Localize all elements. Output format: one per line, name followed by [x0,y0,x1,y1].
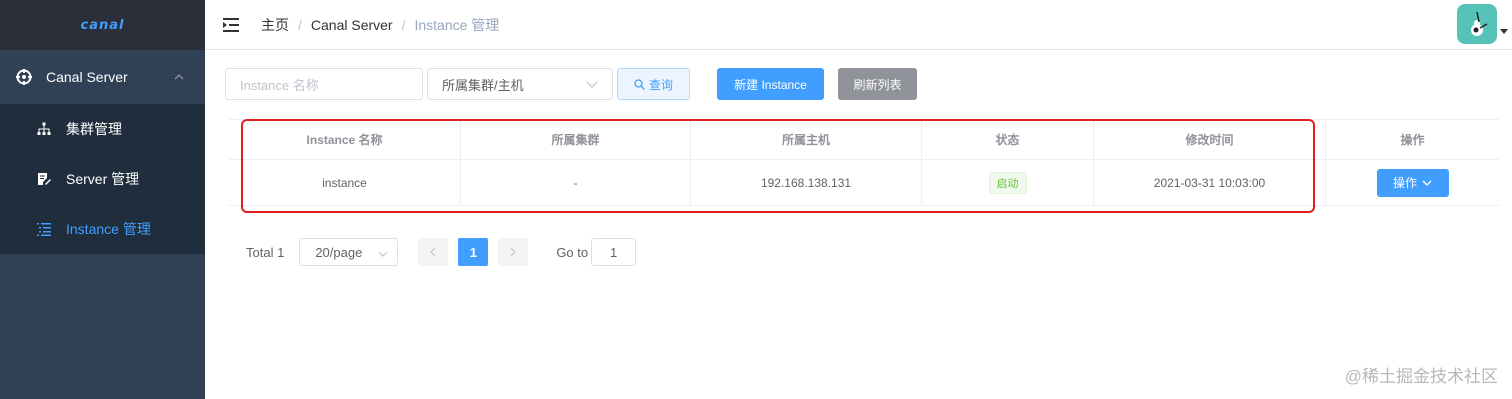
next-page-button[interactable] [498,238,529,266]
cell-actions: 操作 [1326,160,1499,205]
breadcrumb-current: Instance 管理 [414,16,500,33]
instance-table: Instance 名称 所属集群 所属主机 状态 修改时间 操作 instanc… [229,119,1499,206]
column-header: 所属主机 [691,120,922,159]
pagination-total: Total 1 [246,244,285,260]
avatar[interactable] [1457,4,1497,44]
chevron-left-icon [430,247,436,257]
prev-page-button[interactable] [418,238,449,266]
sidebar-item-label: Instance 管理 [66,221,151,237]
chevron-down-icon [586,77,598,92]
page-size-value: 20/page [315,244,363,260]
query-button[interactable]: 查询 [617,68,690,100]
column-header: 状态 [922,120,1094,159]
user-menu[interactable] [1457,4,1508,44]
status-badge: 启动 [988,171,1027,194]
sidebar-item-label: Server 管理 [66,171,140,187]
page-number-current[interactable]: 1 [458,238,489,266]
chevron-right-icon [510,247,517,257]
column-header: 修改时间 [1094,120,1326,159]
page-size-select[interactable]: 20/page [299,238,399,266]
instance-name-input[interactable]: Instance 名称 [225,68,423,100]
sidebar: canal Canal Server 集群管理 Server 管理 Instan… [0,0,205,399]
sidebar-item-cluster[interactable]: 集群管理 [0,104,205,154]
column-header: 操作 [1400,133,1425,147]
cluster-host-select[interactable]: 所属集群/主机 [427,68,613,100]
sidebar-menu-label: Canal Server [46,69,128,85]
caret-down-icon [1500,22,1508,40]
breadcrumb-home[interactable]: 主页 [261,15,289,35]
logo-bar: canal [0,0,205,50]
select-value: 所属集群/主机 [442,77,524,93]
goto-label: Go to [556,244,589,260]
breadcrumb-canal-server[interactable]: Canal Server [311,17,393,33]
search-icon [634,78,645,90]
chevron-down-icon [1422,180,1432,186]
chevron-up-icon [173,71,185,83]
list-icon [36,221,52,237]
tree-icon [36,121,52,137]
column-header: 所属集群 [461,120,691,159]
sidebar-submenu: 集群管理 Server 管理 Instance 管理 [0,104,205,254]
pagination: Total 1 20/page 1 Go to 1 [246,238,637,266]
document-edit-icon [36,171,52,187]
logo: canal [80,17,125,33]
new-instance-button[interactable]: 新建 Instance [717,68,824,100]
table-header: Instance 名称 所属集群 所属主机 状态 修改时间 操作 [229,120,1499,160]
cluster-circle-icon [16,69,32,85]
cell-instance-name: instance [229,160,461,205]
sidebar-item-label: 集群管理 [66,121,122,137]
actions-dropdown-button[interactable]: 操作 [1376,168,1449,197]
cell-cluster: - [461,160,691,205]
breadcrumb-separator: / [298,16,302,33]
chevron-down-icon [378,245,388,260]
column-header: Instance 名称 [229,120,461,159]
cell-modified-time: 2021-03-31 10:03:00 [1094,160,1326,205]
goto-page-input[interactable]: 1 [591,238,637,266]
sidebar-item-instance[interactable]: Instance 管理 [0,204,205,254]
breadcrumb-separator: / [401,16,406,33]
cell-status: 启动 [922,160,1094,205]
cell-host: 192.168.138.131 [691,160,922,205]
hamburger-icon[interactable] [217,10,247,40]
filter-bar: Instance 名称 所属集群/主机 查询 新建 Instance 刷新列表 [225,68,917,100]
refresh-list-button[interactable]: 刷新列表 [838,68,917,100]
query-label: 查询 [648,77,673,92]
actions-label: 操作 [1392,176,1417,190]
app-root: canal Canal Server 集群管理 Server 管理 Instan… [0,0,1512,399]
sidebar-item-server[interactable]: Server 管理 [0,154,205,204]
navbar: 主页 / Canal Server / Instance 管理 [205,0,1512,50]
watermark: @稀土掘金技术社区 [1344,367,1498,386]
table-row: instance - 192.168.138.131 启动 2021-03-31… [229,160,1499,205]
breadcrumb: 主页 / Canal Server / Instance 管理 [261,15,499,35]
goto-page: Go to 1 [556,238,637,266]
sidebar-menu-canal-server[interactable]: Canal Server [0,50,205,104]
